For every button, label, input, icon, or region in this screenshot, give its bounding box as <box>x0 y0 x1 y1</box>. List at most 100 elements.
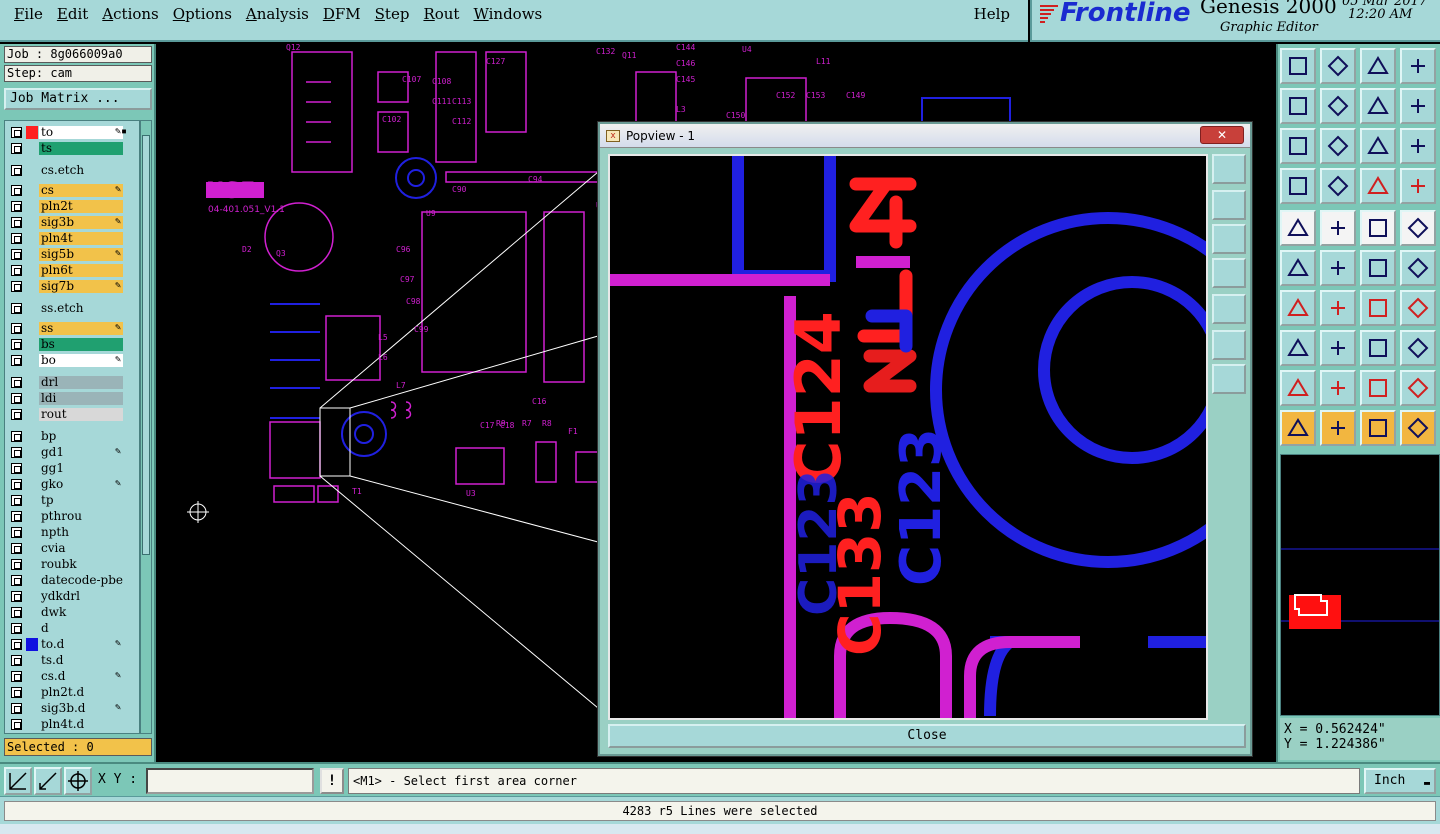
add-round-pad-tool-icon[interactable] <box>1400 210 1436 246</box>
layer-row[interactable]: datecode-pbe <box>5 573 139 588</box>
layer-name[interactable]: tp <box>39 494 123 507</box>
grid-tool-icon[interactable] <box>1320 168 1356 204</box>
help-tool-icon[interactable] <box>1400 128 1436 164</box>
layer-name[interactable]: gko <box>39 478 123 491</box>
menu-edit[interactable]: Edit <box>51 5 96 23</box>
menu-rout[interactable]: Rout <box>417 5 467 23</box>
layer-checkbox[interactable] <box>11 511 22 522</box>
layer-checkbox[interactable] <box>11 447 22 458</box>
layer-color-swatch[interactable] <box>26 654 38 667</box>
layer-name[interactable]: pln6t <box>39 264 123 277</box>
layer-color-swatch[interactable] <box>26 264 38 277</box>
move-node-tool-icon[interactable] <box>1280 250 1316 286</box>
layer-row[interactable]: ts <box>5 141 139 156</box>
layer-name[interactable]: pthrou <box>39 510 123 523</box>
layer-name[interactable]: pln2t <box>39 200 123 213</box>
layer-name[interactable]: cs.d <box>39 670 123 683</box>
layer-name[interactable]: cs.etch <box>39 164 123 177</box>
layer-checkbox[interactable] <box>11 377 22 388</box>
angle-red-tool-icon[interactable] <box>1280 290 1316 326</box>
add-pad-tool-icon[interactable] <box>1280 210 1316 246</box>
layer-color-swatch[interactable] <box>26 446 38 459</box>
triangle-a-tool-icon[interactable] <box>1280 370 1316 406</box>
board-overview-map[interactable] <box>1280 454 1440 716</box>
layer-checkbox[interactable] <box>11 655 22 666</box>
pad-connect-tool-icon[interactable] <box>1280 330 1316 366</box>
scrollbar-thumb[interactable] <box>142 135 150 555</box>
layer-name[interactable]: d <box>39 622 123 635</box>
layer-color-swatch[interactable] <box>26 126 38 139</box>
layer-color-swatch[interactable] <box>26 354 38 367</box>
layer-color-swatch[interactable] <box>26 606 38 619</box>
layer-color-swatch[interactable] <box>26 392 38 405</box>
layer-name[interactable]: roubk <box>39 558 123 571</box>
zoom-area-tool-icon[interactable] <box>1400 88 1436 124</box>
layer-checkbox[interactable] <box>11 719 22 730</box>
copy-blue-tool-icon[interactable] <box>1400 330 1436 366</box>
layer-row[interactable]: to.d ✎ <box>5 637 139 652</box>
layer-checkbox[interactable] <box>11 639 22 650</box>
layer-row[interactable]: ss ✎ <box>5 321 139 336</box>
menu-windows[interactable]: Windows <box>467 5 550 23</box>
layer-row[interactable]: pln2t.d <box>5 685 139 700</box>
popview-zoom-in-button[interactable] <box>1212 330 1246 360</box>
layer-row[interactable]: bs <box>5 337 139 352</box>
layer-row[interactable]: d <box>5 621 139 636</box>
layer-checkbox[interactable] <box>11 591 22 602</box>
layer-row[interactable]: pln2t <box>5 199 139 214</box>
layer-checkbox[interactable] <box>11 623 22 634</box>
layer-color-swatch[interactable] <box>26 622 38 635</box>
layer-name[interactable]: pln4t.d <box>39 718 123 731</box>
layer-row[interactable]: cs.d ✎ <box>5 669 139 684</box>
text-ff-tool-icon[interactable] <box>1400 290 1436 326</box>
menu-file[interactable]: File <box>0 5 51 23</box>
home-tool-icon[interactable] <box>1360 48 1396 84</box>
layer-checkbox[interactable] <box>11 217 22 228</box>
layer-checkbox[interactable] <box>11 527 22 538</box>
layer-color-swatch[interactable] <box>26 164 38 177</box>
layer-row[interactable]: npth <box>5 525 139 540</box>
layer-name[interactable]: ldi <box>39 392 123 405</box>
popview-zoom-view[interactable]: C124 C123 C133 C123 <box>608 154 1208 720</box>
layer-row[interactable]: rout <box>5 407 139 422</box>
delete-x-tool-icon[interactable] <box>1320 250 1356 286</box>
layer-color-swatch[interactable] <box>26 142 38 155</box>
layer-color-swatch[interactable] <box>26 302 38 315</box>
layer-row[interactable]: cs.etch <box>5 163 139 178</box>
layer-row[interactable]: ydkdrl <box>5 589 139 604</box>
save-step-tool-icon[interactable] <box>1320 48 1356 84</box>
popview-zoom-home-button[interactable] <box>1212 154 1246 184</box>
layer-checkbox[interactable] <box>11 431 22 442</box>
layer-checkbox[interactable] <box>11 479 22 490</box>
popview-zoom-out-button[interactable] <box>1212 364 1246 394</box>
layer-name[interactable]: sig3b <box>39 216 123 229</box>
layer-color-swatch[interactable] <box>26 542 38 555</box>
layer-row[interactable]: sig5b ✎ <box>5 247 139 262</box>
layer-name[interactable]: ss.etch <box>39 302 123 315</box>
layer-color-swatch[interactable] <box>26 462 38 475</box>
layer-color-swatch[interactable] <box>26 526 38 539</box>
layer-color-swatch[interactable] <box>26 184 38 197</box>
layer-name[interactable]: ss <box>39 322 123 335</box>
layer-name[interactable]: cs <box>39 184 123 197</box>
units-select[interactable]: Inch ▬ <box>1364 768 1436 794</box>
layer-color-swatch[interactable] <box>26 686 38 699</box>
layer-row[interactable]: dwk <box>5 605 139 620</box>
select-route-tool-icon[interactable] <box>1400 410 1436 446</box>
window-frame-tool-icon[interactable] <box>1400 48 1436 84</box>
layer-row[interactable]: sig7b ✎ <box>5 279 139 294</box>
layer-row[interactable]: gd1 ✎ <box>5 445 139 460</box>
layer-name[interactable]: gd1 <box>39 446 123 459</box>
layer-color-swatch[interactable] <box>26 430 38 443</box>
triangle-b-tool-icon[interactable] <box>1320 370 1356 406</box>
layer-name[interactable]: to.d <box>39 638 123 651</box>
exclamation-button[interactable]: ! <box>320 768 344 794</box>
layer-checkbox[interactable] <box>11 495 22 506</box>
layer-name[interactable]: cvia <box>39 542 123 555</box>
layer-color-swatch[interactable] <box>26 590 38 603</box>
layer-checkbox[interactable] <box>11 265 22 276</box>
layer-color-swatch[interactable] <box>26 376 38 389</box>
menu-actions[interactable]: Actions <box>96 5 166 23</box>
layer-row[interactable]: pln4t <box>5 231 139 246</box>
job-matrix-button[interactable]: Job Matrix ... <box>4 88 152 110</box>
